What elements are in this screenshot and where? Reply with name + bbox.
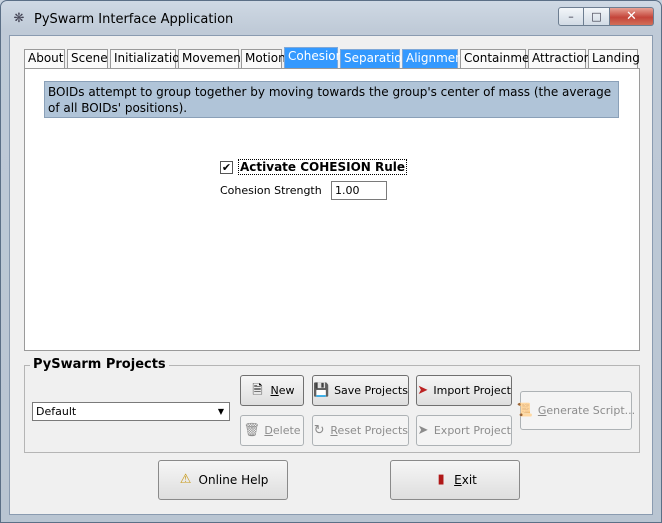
- delete-button-label: Delete: [264, 424, 301, 437]
- reset-projects-button[interactable]: ↻ Reset Projects: [312, 415, 409, 446]
- delete-button[interactable]: 🗑 Delete: [240, 415, 304, 446]
- import-project-button[interactable]: ➤ Import Project: [416, 375, 512, 406]
- export-project-label: Export Project: [433, 424, 511, 437]
- script-icon: 📜: [516, 402, 534, 418]
- minimize-button[interactable]: –: [558, 7, 584, 26]
- cohesion-description: BOIDs attempt to group together by movin…: [44, 81, 619, 118]
- reset-icon: ↻: [313, 422, 325, 438]
- project-select[interactable]: Default ▼: [32, 402, 230, 421]
- client-area: About Scene Initialization Movement Moti…: [9, 35, 653, 515]
- checkmark-icon: ✔: [221, 160, 232, 174]
- tab-movement[interactable]: Movement: [178, 49, 246, 68]
- floppy-disk-icon: 💾: [313, 382, 330, 398]
- tab-attraction[interactable]: Attraction: [528, 49, 591, 68]
- generate-script-button[interactable]: 📜 Generate Script...: [516, 391, 636, 430]
- online-help-label: Online Help: [198, 473, 269, 487]
- tab-separation[interactable]: Separation: [340, 49, 409, 68]
- new-button[interactable]: 🗎 New: [240, 375, 304, 406]
- tab-about[interactable]: About: [24, 49, 65, 68]
- maximize-icon: □: [591, 10, 602, 23]
- exit-door-icon: ▮: [437, 472, 445, 487]
- tab-initialization[interactable]: Initialization: [110, 49, 187, 68]
- projects-group-title: PySwarm Projects: [30, 357, 169, 372]
- exit-button[interactable]: ▮ Exit: [390, 460, 520, 500]
- exit-button-label: Exit: [454, 473, 477, 487]
- activate-cohesion-row: ✔ Activate COHESION Rule: [220, 159, 408, 175]
- tab-motion[interactable]: Motion: [241, 49, 286, 68]
- window-controls: – □ ✕: [558, 7, 654, 27]
- save-projects-button[interactable]: 💾 Save Projects: [312, 375, 409, 406]
- import-project-label: Import Project: [433, 384, 511, 397]
- tab-cohesion[interactable]: Cohesion: [284, 47, 343, 68]
- window-title: PySwarm Interface Application: [34, 12, 234, 27]
- maximize-button[interactable]: □: [584, 7, 610, 26]
- export-icon: ➤: [417, 422, 429, 438]
- activate-cohesion-checkbox[interactable]: ✔: [220, 160, 233, 174]
- tab-containment[interactable]: Containment: [460, 49, 542, 68]
- cohesion-strength-label: Cohesion Strength: [220, 184, 322, 197]
- cohesion-panel: BOIDs attempt to group together by movin…: [24, 68, 640, 351]
- tab-scene[interactable]: Scene: [67, 49, 108, 68]
- close-icon: ✕: [626, 9, 637, 24]
- online-help-button[interactable]: ⚠ Online Help: [158, 460, 288, 500]
- cohesion-strength-input[interactable]: [331, 181, 387, 200]
- tab-landing[interactable]: Landing: [588, 49, 640, 68]
- trash-icon: 🗑: [243, 422, 260, 438]
- new-document-icon: 🗎: [252, 382, 263, 398]
- help-icon: ⚠: [179, 472, 192, 487]
- new-button-label: New: [270, 384, 295, 397]
- projects-group: PySwarm Projects Default ▼ 🗎 New 💾 Save …: [24, 357, 640, 453]
- app-icon: ❋: [13, 11, 25, 26]
- generate-script-label: Generate Script...: [537, 404, 636, 417]
- tab-alignment[interactable]: Alignment: [402, 49, 467, 68]
- title-bar[interactable]: ❋ PySwarm Interface Application – □ ✕: [1, 1, 661, 35]
- activate-cohesion-label[interactable]: Activate COHESION Rule: [238, 159, 408, 175]
- import-icon: ➤: [417, 382, 429, 398]
- minimize-icon: –: [568, 10, 574, 23]
- app-window: ❋ PySwarm Interface Application – □ ✕ Ab…: [0, 0, 662, 523]
- save-projects-label: Save Projects: [334, 384, 408, 397]
- close-button[interactable]: ✕: [610, 7, 654, 26]
- chevron-down-icon[interactable]: ▼: [213, 403, 229, 420]
- project-select-value: Default: [36, 405, 77, 418]
- reset-projects-label: Reset Projects: [330, 424, 408, 437]
- export-project-button[interactable]: ➤ Export Project: [416, 415, 512, 446]
